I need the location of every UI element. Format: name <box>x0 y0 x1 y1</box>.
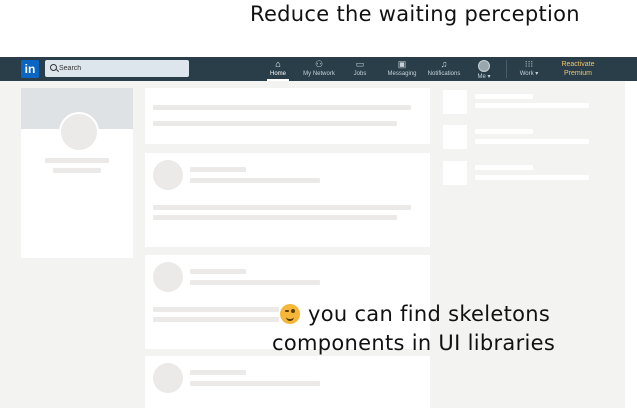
post-skeleton <box>145 153 430 247</box>
skeleton-line <box>475 103 589 108</box>
profile-name-skeleton <box>45 158 109 163</box>
skeleton-line <box>475 129 533 134</box>
post-avatar-skeleton <box>153 363 183 393</box>
skeleton-line <box>475 165 533 170</box>
tip-line-1-text: you can find skeletons <box>308 302 551 326</box>
premium-line-1: Reactivate <box>561 61 595 68</box>
profile-title-skeleton <box>53 168 101 173</box>
post-avatar-skeleton <box>153 160 183 190</box>
post-skeleton <box>145 356 430 408</box>
top-navbar: in ⌂ Home ⚇ My Network ▭ Jobs ▣ Messagin… <box>0 57 637 81</box>
grid-icon: ⁝⁝⁝ <box>524 59 534 69</box>
nav-messaging-label: Messaging <box>387 71 417 77</box>
winking-face-icon <box>280 304 300 324</box>
home-icon: ⌂ <box>275 59 281 69</box>
nav-jobs[interactable]: ▭ Jobs <box>350 57 370 81</box>
nav-my-network[interactable]: ⚇ My Network <box>300 57 338 81</box>
headline-caption: Reduce the waiting perception <box>250 2 580 26</box>
skeleton-line <box>475 94 533 99</box>
linkedin-logo[interactable]: in <box>21 60 39 78</box>
tip-line-2: components in UI libraries <box>272 331 556 355</box>
search-icon <box>50 64 57 71</box>
search-box[interactable] <box>45 60 189 77</box>
nav-me[interactable]: Me ▾ <box>474 57 494 81</box>
bell-icon: ♫ <box>440 59 448 69</box>
messaging-icon: ▣ <box>397 59 407 69</box>
skeleton-line <box>190 370 246 375</box>
nav-home-label: Home <box>269 71 286 77</box>
nav-divider <box>506 60 507 78</box>
briefcase-icon: ▭ <box>355 59 365 69</box>
nav-home[interactable]: ⌂ Home <box>267 57 289 81</box>
nav-me-label: Me ▾ <box>477 74 491 80</box>
nav-notifications-label: Notifications <box>427 71 461 77</box>
skeleton-line <box>153 215 397 220</box>
skeleton-line <box>153 121 397 126</box>
skeleton-line <box>190 280 320 285</box>
nav-work-label: Work ▾ <box>519 71 539 77</box>
nav-jobs-label: Jobs <box>353 71 367 77</box>
nav-my-network-label: My Network <box>303 71 335 77</box>
right-rail-thumb-skeleton <box>443 90 467 114</box>
skeleton-line <box>153 105 411 110</box>
skeleton-line <box>153 317 279 322</box>
skeleton-line <box>190 269 246 274</box>
network-icon: ⚇ <box>314 59 324 69</box>
right-rail-thumb-skeleton <box>443 125 467 149</box>
post-avatar-skeleton <box>153 262 183 292</box>
tip-line-1: you can find skeletons <box>272 300 555 329</box>
skeleton-line <box>153 205 411 210</box>
tip-caption: you can find skeletons components in UI … <box>272 300 555 358</box>
skeleton-line <box>190 167 246 172</box>
nav-work[interactable]: ⁝⁝⁝ Work ▾ <box>516 57 542 81</box>
skeleton-line <box>475 139 589 144</box>
nav-messaging[interactable]: ▣ Messaging <box>385 57 419 81</box>
reactivate-premium-link[interactable]: Reactivate Premium <box>552 60 604 78</box>
premium-line-2: Premium <box>563 70 592 77</box>
right-rail-thumb-skeleton <box>443 161 467 185</box>
skeleton-line <box>153 307 279 312</box>
avatar <box>478 60 490 72</box>
skeleton-line <box>190 381 320 386</box>
skeleton-line <box>475 175 589 180</box>
profile-card-skeleton <box>21 88 133 258</box>
feed-page <box>0 81 625 408</box>
skeleton-line <box>190 178 320 183</box>
share-box-skeleton <box>145 88 430 144</box>
nav-notifications[interactable]: ♫ Notifications <box>424 57 464 81</box>
search-input[interactable] <box>59 60 184 77</box>
profile-avatar-skeleton <box>59 112 99 152</box>
